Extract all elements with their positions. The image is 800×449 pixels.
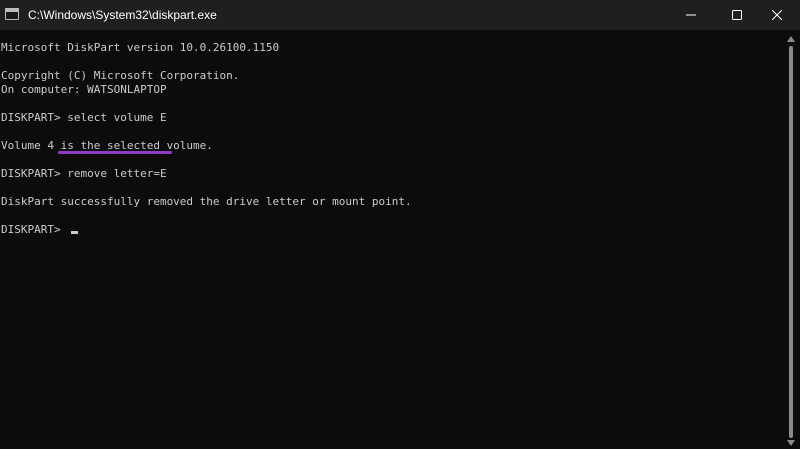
- command-highlight-underline: [58, 151, 172, 154]
- text-cursor: [71, 231, 79, 234]
- scroll-down-button[interactable]: [782, 440, 800, 448]
- console-line-remove-result: DiskPart successfully removed the drive …: [1, 195, 412, 208]
- close-icon: [772, 10, 782, 20]
- console-prompt-line[interactable]: DISKPART>: [1, 223, 79, 237]
- window-title: C:\Windows\System32\diskpart.exe: [28, 8, 217, 22]
- minimize-button[interactable]: [668, 0, 714, 30]
- maximize-icon: [732, 10, 742, 20]
- scroll-up-button[interactable]: [782, 36, 800, 46]
- vertical-scrollbar[interactable]: [782, 30, 800, 449]
- scroll-down-arrow-icon: [787, 440, 795, 446]
- console-line-remove-cmd: DISKPART> remove letter=E: [1, 167, 167, 180]
- console-prompt: DISKPART>: [1, 223, 68, 236]
- scroll-up-arrow-icon: [787, 36, 795, 42]
- minimize-icon: [686, 14, 696, 16]
- close-button[interactable]: [754, 0, 800, 30]
- console-line-copyright: Copyright (C) Microsoft Corporation.: [1, 69, 240, 82]
- console-line-select-cmd: DISKPART> select volume E: [1, 111, 167, 124]
- console-output[interactable]: Microsoft DiskPart version 10.0.26100.11…: [0, 30, 782, 449]
- scrollbar-thumb[interactable]: [789, 46, 793, 438]
- console-line-computer: On computer: WATSONLAPTOP: [1, 83, 167, 96]
- console-app-icon: [5, 8, 19, 20]
- title-bar[interactable]: C:\Windows\System32\diskpart.exe: [0, 0, 800, 30]
- console-line-version: Microsoft DiskPart version 10.0.26100.11…: [1, 41, 280, 54]
